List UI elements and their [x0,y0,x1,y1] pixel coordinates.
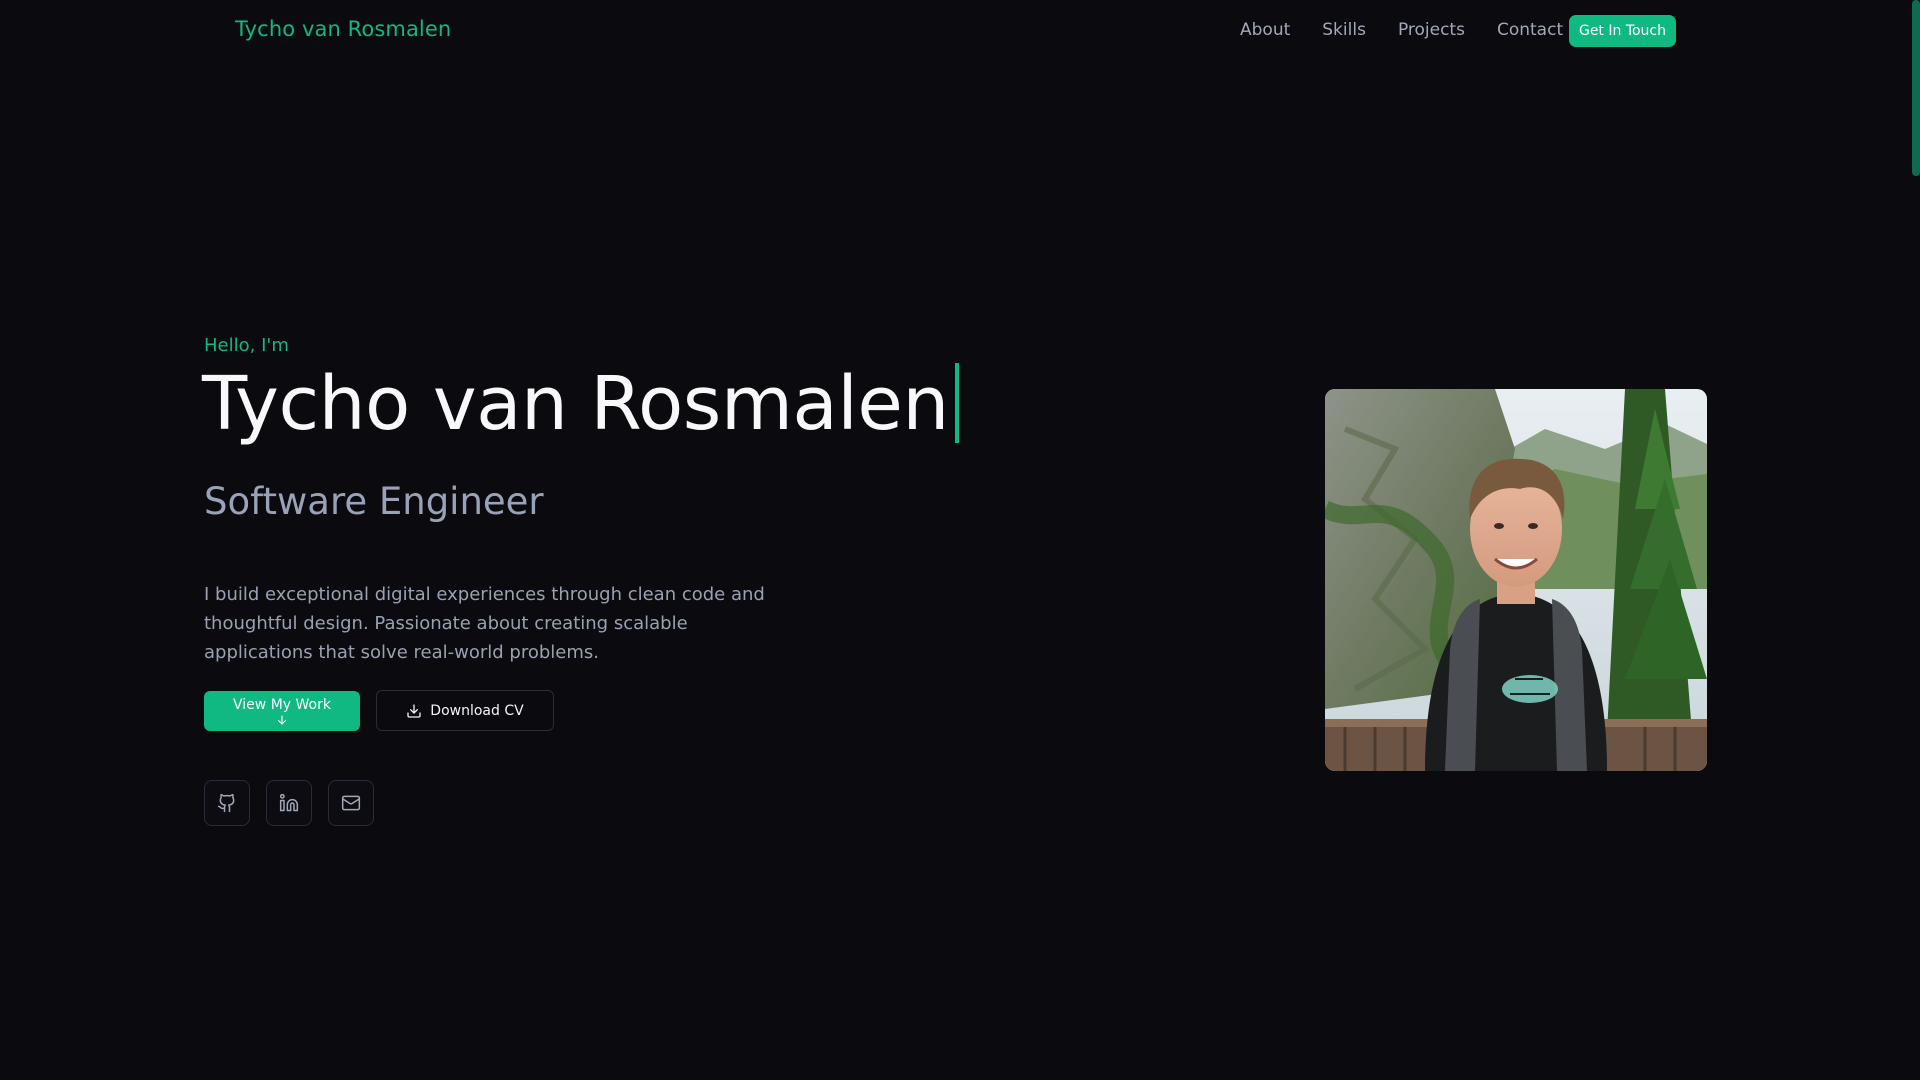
view-my-work-label: View My Work [233,696,331,713]
view-my-work-button[interactable]: View My Work [204,691,360,731]
nav-link-about[interactable]: About [1240,20,1290,40]
arrow-down-icon [277,714,287,725]
email-link[interactable] [328,780,374,826]
hero-name: Tycho van Rosmalen [202,361,949,447]
scrollbar-thumb[interactable] [1912,0,1920,176]
mail-icon [341,795,361,811]
hero-greeting: Hello, I'm [204,335,289,356]
portfolio-page: Tycho van Rosmalen About Skills Projects… [0,0,1920,1080]
download-cv-label: Download CV [430,702,524,719]
github-link[interactable] [204,780,250,826]
portrait-photo [1325,389,1707,771]
page-scrollbar[interactable] [1912,0,1920,1080]
hero-role: Software Engineer [204,480,544,523]
hero-description: I build exceptional digital experiences … [204,584,765,663]
github-icon [217,793,235,813]
get-in-touch-button[interactable]: Get In Touch [1569,15,1676,47]
download-icon [407,703,421,718]
nav-link-projects[interactable]: Projects [1398,20,1465,40]
nav-links: About Skills Projects Contact [1240,20,1595,40]
portrait-illustration [1325,389,1707,771]
nav-link-contact[interactable]: Contact [1497,20,1563,40]
hero-name-row: Tycho van Rosmalen [202,361,959,447]
brand-logo-text[interactable]: Tycho van Rosmalen [235,17,451,41]
linkedin-link[interactable] [266,780,312,826]
social-links [204,780,374,826]
top-navigation: Tycho van Rosmalen About Skills Projects… [0,0,1920,64]
linkedin-icon [279,793,299,812]
typing-caret [954,363,959,443]
download-cv-button[interactable]: Download CV [376,690,554,731]
nav-link-skills[interactable]: Skills [1322,20,1366,40]
